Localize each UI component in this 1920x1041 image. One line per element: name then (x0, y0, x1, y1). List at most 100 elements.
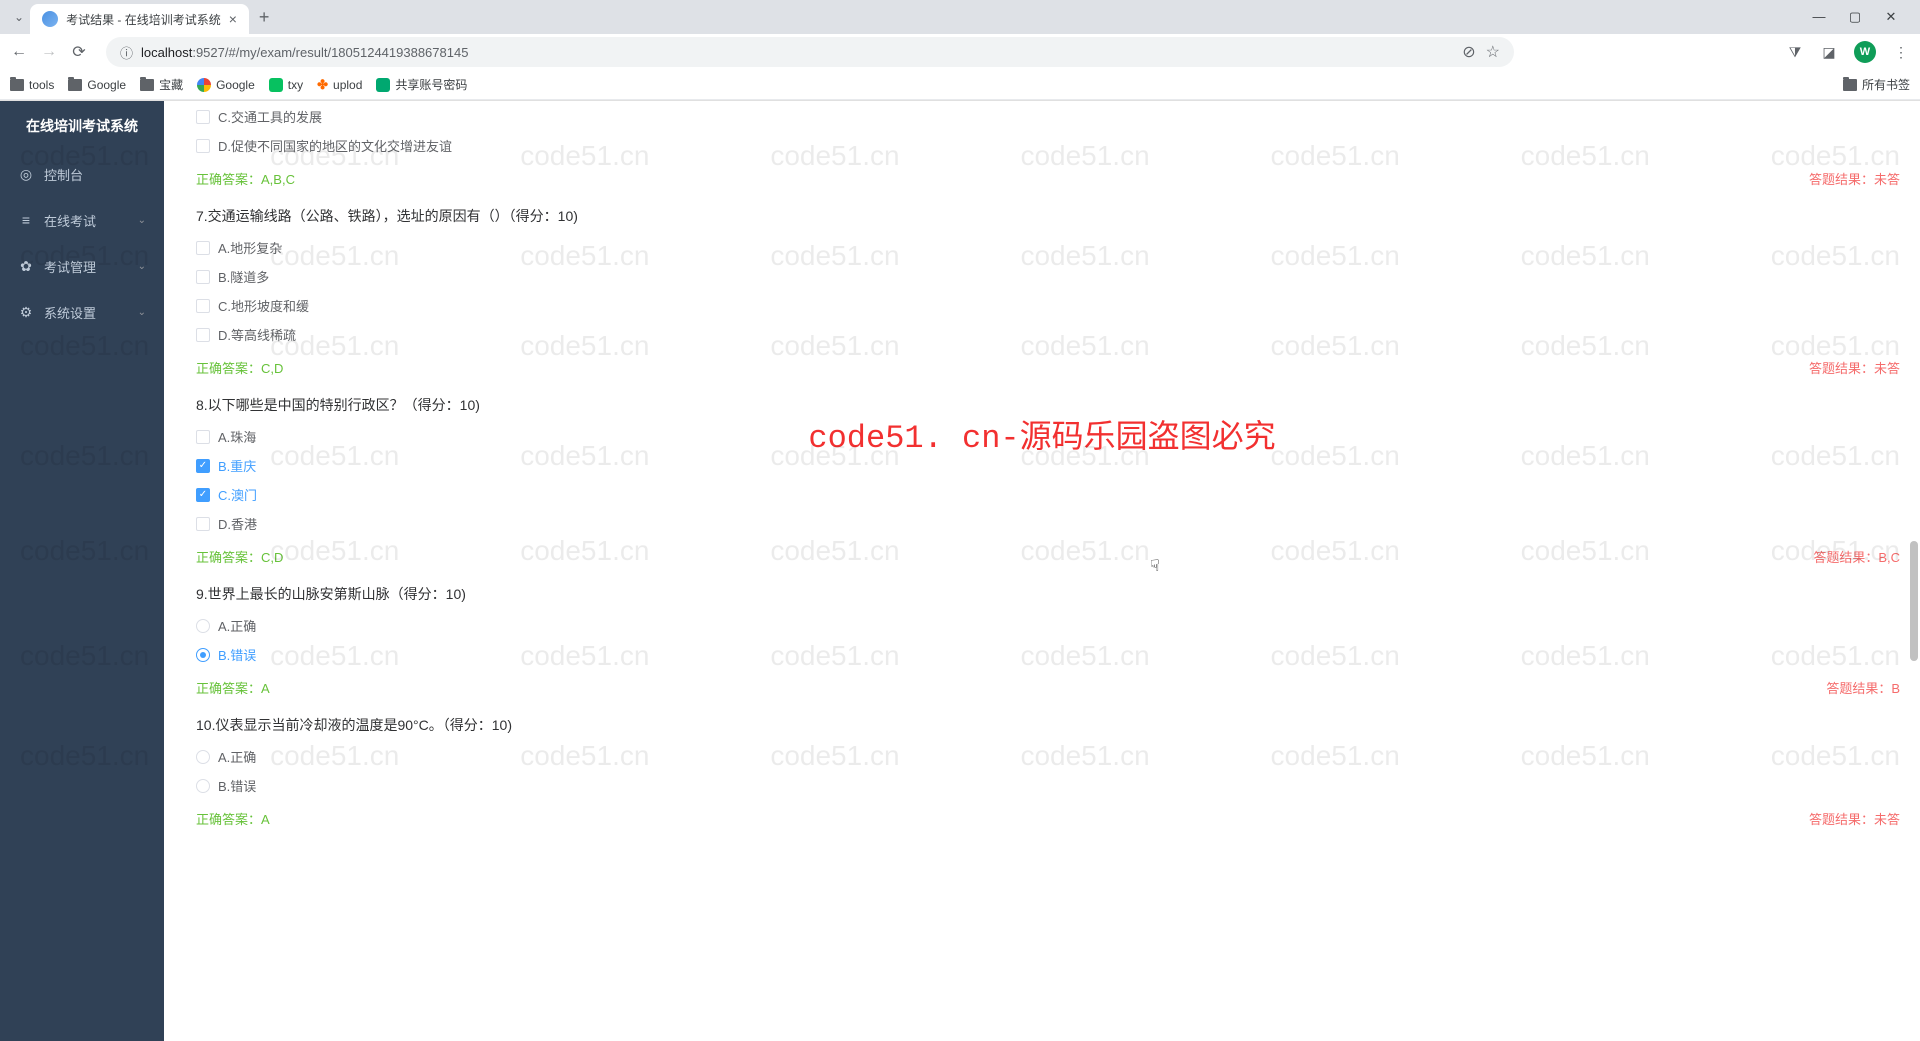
question-title: 7.交通运输线路（公路、铁路），选址的原因有（）（得分：10) (196, 206, 1900, 226)
site-info-icon[interactable]: ⓘ (120, 43, 133, 62)
minimize-icon[interactable]: — (1812, 9, 1826, 25)
sidebar-item-system-settings[interactable]: ⚙ 系统设置 ⌄ (0, 289, 164, 335)
sidebar-item-online-exam[interactable]: ≡ 在线考试 ⌄ (0, 197, 164, 243)
checkbox-icon[interactable] (196, 241, 210, 255)
bookmark-upload[interactable]: ✤uplod (317, 77, 362, 93)
answer-result: 答题结果：未答 (1809, 809, 1900, 828)
address-bar[interactable]: ⓘ localhost:9527/#/my/exam/result/180512… (106, 37, 1514, 67)
checkbox-icon[interactable] (196, 488, 210, 502)
radio-icon[interactable] (196, 619, 210, 633)
question-item: C.交通工具的发展 D.促使不同国家的地区的文化交增进友谊 正确答案：A,B,C… (196, 107, 1900, 188)
answer-result: 答题结果：未答 (1809, 358, 1900, 377)
answer-result: 答题结果：未答 (1809, 169, 1900, 188)
browser-tab[interactable]: 考试结果 - 在线培训考试系统 × (30, 4, 249, 34)
bookmark-txy[interactable]: txy (269, 78, 303, 92)
checkbox-icon[interactable] (196, 110, 210, 124)
option-a[interactable]: A.正确 (196, 747, 1900, 766)
result-row: 正确答案：C,D 答题结果：未答 (196, 358, 1900, 377)
nav-reload-icon[interactable]: ⟳ (70, 42, 88, 62)
answer-result: 答题结果：B (1826, 678, 1900, 697)
correct-answer: 正确答案：A (196, 809, 270, 828)
checkbox-icon[interactable] (196, 299, 210, 313)
gear-icon: ✿ (18, 258, 34, 275)
bookmark-tools[interactable]: tools (10, 78, 54, 92)
folder-icon (1843, 79, 1857, 91)
bookmark-google[interactable]: Google (197, 78, 255, 92)
bookmark-share[interactable]: 共享账号密码 (376, 76, 467, 93)
nav-back-icon[interactable]: ← (10, 43, 28, 61)
bookmark-google-folder[interactable]: Google (68, 78, 126, 92)
maximize-icon[interactable]: ▢ (1848, 9, 1862, 25)
result-row: 正确答案：C,D 答题结果：B,C (196, 547, 1900, 566)
answer-result: 答题结果：B,C (1813, 547, 1900, 566)
bookmark-treasure[interactable]: 宝藏 (140, 76, 183, 93)
folder-icon (140, 79, 154, 91)
chevron-down-icon: ⌄ (138, 307, 146, 318)
option-a[interactable]: A.正确 (196, 616, 1900, 635)
result-row: 正确答案：A,B,C 答题结果：未答 (196, 169, 1900, 188)
list-icon: ≡ (18, 212, 34, 228)
tab-bar: ⌄ 考试结果 - 在线培训考试系统 × + — ▢ ✕ (0, 0, 1920, 34)
checkbox-icon[interactable] (196, 328, 210, 342)
option-c[interactable]: C.交通工具的发展 (196, 107, 1900, 126)
folder-icon (68, 79, 82, 91)
option-b[interactable]: B.错误 (196, 776, 1900, 795)
checkbox-icon[interactable] (196, 270, 210, 284)
option-list: A.珠海 B.重庆 C.澳门 D.香港 (196, 427, 1900, 533)
correct-answer: 正确答案：A,B,C (196, 169, 295, 188)
option-d[interactable]: D.促使不同国家的地区的文化交增进友谊 (196, 136, 1900, 155)
all-bookmarks[interactable]: 所有书签 (1843, 76, 1910, 93)
question-item: 10.仪表显示当前冷却液的温度是90°C。（得分：10) A.正确 B.错误 正… (196, 715, 1900, 828)
option-a[interactable]: A.地形复杂 (196, 238, 1900, 257)
tab-close-icon[interactable]: × (229, 11, 237, 27)
option-list: A.正确 B.错误 (196, 747, 1900, 795)
close-icon[interactable]: ✕ (1884, 9, 1898, 25)
nav-bar: ← → ⟳ ⓘ localhost:9527/#/my/exam/result/… (0, 34, 1920, 70)
scrollbar-thumb[interactable] (1910, 541, 1918, 661)
checkbox-icon[interactable] (196, 517, 210, 531)
option-c[interactable]: C.地形坡度和缓 (196, 296, 1900, 315)
new-tab-icon[interactable]: + (249, 7, 280, 28)
option-b[interactable]: B.重庆 (196, 456, 1900, 475)
profile-avatar[interactable]: W (1854, 41, 1876, 63)
sidebar-item-label: 考试管理 (44, 257, 96, 276)
option-c[interactable]: C.澳门 (196, 485, 1900, 504)
checkbox-icon[interactable] (196, 459, 210, 473)
option-b[interactable]: B.错误 (196, 645, 1900, 664)
google-icon (197, 78, 211, 92)
extensions-icon[interactable]: ⧩ (1786, 43, 1804, 61)
settings-icon: ⚙ (18, 304, 34, 321)
option-b[interactable]: B.隧道多 (196, 267, 1900, 286)
radio-icon[interactable] (196, 648, 210, 662)
tab-dropdown-icon[interactable]: ⌄ (8, 10, 30, 24)
result-row: 正确答案：A 答题结果：B (196, 678, 1900, 697)
question-item: 9.世界上最长的山脉安第斯山脉（得分：10) A.正确 B.错误 正确答案：A … (196, 584, 1900, 697)
sidebar-item-label: 控制台 (44, 165, 83, 184)
nav-forward-icon[interactable]: → (40, 43, 58, 61)
checkbox-icon[interactable] (196, 139, 210, 153)
option-list: A.正确 B.错误 (196, 616, 1900, 664)
option-a[interactable]: A.珠海 (196, 427, 1900, 446)
radio-icon[interactable] (196, 750, 210, 764)
question-title: 10.仪表显示当前冷却液的温度是90°C。（得分：10) (196, 715, 1900, 735)
chevron-down-icon: ⌄ (138, 261, 146, 272)
sidebar-item-exam-manage[interactable]: ✿ 考试管理 ⌄ (0, 243, 164, 289)
menu-icon[interactable]: ⋮ (1892, 43, 1910, 61)
sidebar-item-label: 系统设置 (44, 303, 96, 322)
radio-icon[interactable] (196, 779, 210, 793)
question-title: 9.世界上最长的山脉安第斯山脉（得分：10) (196, 584, 1900, 604)
exam-result-content[interactable]: C.交通工具的发展 D.促使不同国家的地区的文化交增进友谊 正确答案：A,B,C… (164, 101, 1920, 1041)
sidebar-title: 在线培训考试系统 (0, 101, 164, 151)
checkbox-icon[interactable] (196, 430, 210, 444)
share-icon (376, 78, 390, 92)
star-icon[interactable]: ☆ (1486, 42, 1500, 62)
browser-chrome: ⌄ 考试结果 - 在线培训考试系统 × + — ▢ ✕ ← → ⟳ ⓘ loca… (0, 0, 1920, 101)
option-d[interactable]: D.等高线稀疏 (196, 325, 1900, 344)
correct-answer: 正确答案：C,D (196, 358, 283, 377)
link-icon[interactable]: ⊘ (1462, 42, 1475, 62)
option-d[interactable]: D.香港 (196, 514, 1900, 533)
correct-answer: 正确答案：A (196, 678, 270, 697)
extension-btn-icon[interactable]: ◪ (1820, 43, 1838, 61)
tab-title: 考试结果 - 在线培训考试系统 (66, 11, 221, 28)
sidebar-item-dashboard[interactable]: ◎ 控制台 (0, 151, 164, 197)
